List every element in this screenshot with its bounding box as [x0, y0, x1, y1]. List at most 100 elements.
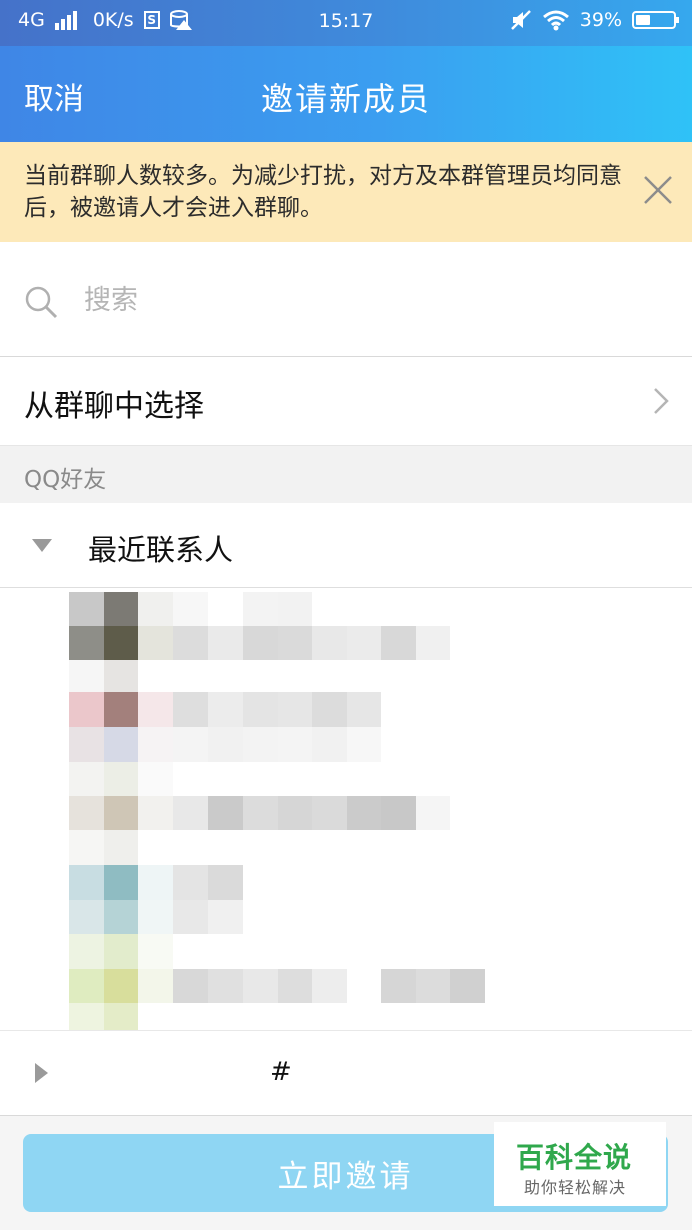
pixelated-block [312, 626, 347, 660]
chevron-right-icon [654, 388, 669, 414]
pixelated-block [138, 592, 173, 626]
pixelated-block [278, 592, 312, 626]
pixelated-block [416, 969, 450, 1003]
pixelated-block [173, 865, 208, 900]
pixelated-block [312, 692, 347, 727]
pixelated-block [69, 626, 104, 660]
invite-members-screen: 4G 0K/s S 15:17 39% 取消 邀请新成员 当前群聊人数较多。为减… [0, 0, 692, 1230]
triangle-down-icon [32, 539, 52, 552]
pixelated-block [243, 626, 278, 660]
pixelated-block [104, 830, 138, 865]
pixelated-block [104, 762, 138, 796]
pixelated-block [69, 592, 104, 626]
pixelated-block [278, 796, 312, 830]
pixelated-block [173, 969, 208, 1003]
pixelated-block [104, 727, 138, 762]
pixelated-block [173, 592, 208, 626]
mute-icon [510, 10, 531, 30]
cancel-button[interactable]: 取消 [24, 74, 84, 118]
pixelated-block [104, 1003, 138, 1030]
status-bar: 4G 0K/s S 15:17 39% [0, 0, 692, 46]
pixelated-block [312, 727, 347, 762]
pixelated-block [347, 727, 381, 762]
pixelated-block [104, 900, 138, 934]
pixelated-block [416, 796, 450, 830]
choose-from-group-label: 从群聊中选择 [24, 389, 204, 424]
pixelated-block [243, 969, 278, 1003]
battery-icon [632, 11, 679, 29]
pixelated-block [278, 692, 312, 727]
pixelated-block [208, 900, 243, 934]
pixelated-block [69, 865, 104, 900]
pixelated-block [347, 796, 381, 830]
wifi-icon [542, 10, 569, 31]
pixelated-block [243, 727, 278, 762]
pixelated-block [69, 692, 104, 727]
pixelated-block [69, 762, 104, 796]
pixelated-block [208, 969, 243, 1003]
group-label-recent: 最近联系人 [88, 533, 234, 567]
pixelated-block [347, 626, 381, 660]
group-recent-contacts[interactable]: 最近联系人 [0, 503, 692, 588]
notice-text: 当前群聊人数较多。为减少打扰，对方及本群管理员均同意后，被邀请人才会进入群聊。 [24, 163, 622, 221]
pixelated-block [104, 692, 138, 727]
pixelated-block [69, 660, 104, 692]
pixelated-block [278, 626, 312, 660]
notice-banner: 当前群聊人数较多。为减少打扰，对方及本群管理员均同意后，被邀请人才会进入群聊。 [0, 142, 692, 242]
pixelated-block [138, 969, 173, 1003]
pixelated-block [173, 900, 208, 934]
pixelated-block [69, 934, 104, 969]
pixelated-block [381, 626, 416, 660]
pixelated-block [243, 692, 278, 727]
pixelated-block [104, 865, 138, 900]
pixelated-block [208, 865, 243, 900]
pixelated-block [347, 692, 381, 727]
pixelated-block [138, 762, 173, 796]
pixelated-block [69, 969, 104, 1003]
group-label-hash: # [270, 1057, 292, 1087]
watermark-title: 百科全说 [516, 1141, 633, 1174]
close-icon[interactable] [642, 174, 674, 206]
watermark-subtitle: 助你轻松解决 [524, 1178, 627, 1197]
pixelated-block [104, 592, 138, 626]
pixelated-block [450, 969, 485, 1003]
title-bar: 取消 邀请新成员 [0, 46, 692, 142]
contact-list-blurred [0, 588, 692, 1030]
pixelated-block [138, 934, 173, 969]
section-label-qq-friends: QQ好友 [24, 467, 107, 493]
pixelated-block [381, 969, 416, 1003]
page-title: 邀请新成员 [260, 80, 431, 118]
pixelated-block [208, 727, 243, 762]
pixelated-block [173, 626, 208, 660]
pixelated-block [69, 796, 104, 830]
pixelated-block [69, 1003, 104, 1030]
pixelated-block [416, 626, 450, 660]
search-bar [0, 242, 692, 357]
pixelated-block [104, 660, 138, 692]
choose-from-group-chat[interactable]: 从群聊中选择 [0, 357, 692, 446]
status-right: 39% [510, 9, 679, 31]
pixelated-block [173, 727, 208, 762]
pixelated-block [278, 727, 312, 762]
pixelated-block [104, 934, 138, 969]
search-icon [25, 286, 58, 319]
section-header: QQ好友 [0, 446, 692, 503]
pixelated-block [312, 969, 347, 1003]
pixelated-block [243, 796, 278, 830]
pixelated-block [138, 626, 173, 660]
pixelated-block [208, 796, 243, 830]
pixelated-block [69, 830, 104, 865]
triangle-right-icon [35, 1063, 48, 1083]
pixelated-block [208, 692, 243, 727]
pixelated-block [138, 727, 173, 762]
watermark: 百科全说 助你轻松解决 [494, 1122, 666, 1206]
search-input[interactable] [84, 278, 644, 322]
pixelated-block [104, 796, 138, 830]
pixelated-block [173, 796, 208, 830]
pixelated-block [138, 796, 173, 830]
pixelated-block [208, 626, 243, 660]
pixelated-block [69, 727, 104, 762]
battery-level [636, 15, 650, 25]
pixelated-block [104, 626, 138, 660]
group-hash[interactable]: # [0, 1030, 692, 1116]
